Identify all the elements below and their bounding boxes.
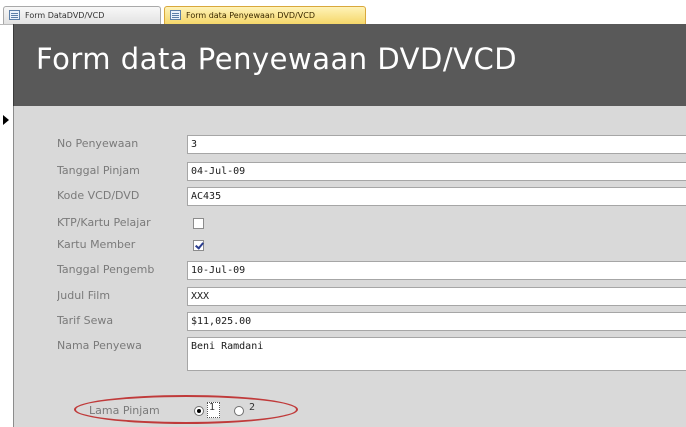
no-penyewaan-value: 3 [191, 139, 198, 150]
row-no-penyewaan: No Penyewaan 3 [14, 135, 686, 155]
form-icon [9, 10, 20, 20]
tanggal-pinjam-label: Tanggal Pinjam [57, 164, 140, 177]
tarif-sewa-value: $11,025.00 [191, 316, 252, 327]
lama-pinjam-label: Lama Pinjam [89, 404, 160, 417]
lama-pinjam-option-1-label: 1 [209, 402, 216, 413]
kode-vcd-dvd-label: Kode VCD/DVD [57, 189, 140, 202]
form-detail: No Penyewaan 3 Tanggal Pinjam 04-Jul-09 … [14, 106, 686, 427]
form-header: Form data Penyewaan DVD/VCD [13, 24, 686, 106]
nama-penyewa-label: Nama Penyewa [57, 339, 142, 352]
form-icon [170, 10, 181, 20]
tab-form-datadvd-vcd[interactable]: Form DataDVD/VCD [3, 6, 161, 24]
row-tarif-sewa: Tarif Sewa $11,025.00 [14, 312, 686, 332]
tab-form-data-penyewaan[interactable]: Form data Penyewaan DVD/VCD [164, 6, 366, 24]
kartu-member-checkbox[interactable] [193, 240, 204, 251]
kode-vcd-dvd-combobox[interactable]: AC435 [187, 187, 686, 206]
document-tab-bar: Form DataDVD/VCD Form data Penyewaan DVD… [0, 0, 686, 25]
tarif-sewa-field[interactable]: $11,025.00 [187, 312, 686, 331]
record-selector[interactable] [0, 106, 14, 427]
row-tanggal-pengembalian: Tanggal Pengemb 10-Jul-09 [14, 261, 686, 281]
tab-label: Form DataDVD/VCD [25, 11, 105, 20]
judul-film-field[interactable]: XXX [187, 287, 686, 306]
kartu-member-label: Kartu Member [57, 238, 136, 251]
judul-film-label: Judul Film [57, 289, 111, 302]
no-penyewaan-combobox[interactable]: 3 [187, 135, 686, 154]
tanggal-pinjam-field[interactable]: 04-Jul-09 [187, 162, 686, 181]
lama-pinjam-radio-2[interactable] [234, 406, 244, 416]
row-kode-vcd-dvd: Kode VCD/DVD AC435 [14, 187, 686, 207]
nama-penyewa-field[interactable]: Beni Ramdani [187, 337, 686, 371]
lama-pinjam-option-group: Lama Pinjam 1 2 [14, 392, 686, 427]
tarif-sewa-label: Tarif Sewa [57, 314, 114, 327]
nama-penyewa-value: Beni Ramdani [191, 341, 264, 352]
tanggal-pengembalian-field[interactable]: 10-Jul-09 [187, 261, 686, 280]
ktp-kartu-pelajar-checkbox[interactable] [193, 218, 204, 229]
no-penyewaan-label: No Penyewaan [57, 137, 139, 150]
ktp-kartu-pelajar-label: KTP/Kartu Pelajar [57, 216, 151, 229]
tanggal-pinjam-value: 04-Jul-09 [191, 166, 246, 177]
lama-pinjam-option-2-label: 2 [249, 402, 256, 413]
form-title: Form data Penyewaan DVD/VCD [36, 42, 518, 76]
current-record-arrow-icon [3, 115, 9, 125]
row-judul-film: Judul Film XXX [14, 287, 686, 307]
lama-pinjam-radio-1[interactable] [194, 406, 204, 416]
tanggal-pengembalian-value: 10-Jul-09 [191, 265, 246, 276]
row-ktp-kartu-pelajar: KTP/Kartu Pelajar [14, 214, 686, 234]
judul-film-value: XXX [191, 291, 210, 302]
tab-label: Form data Penyewaan DVD/VCD [186, 11, 315, 20]
tanggal-pengembalian-label: Tanggal Pengemb [57, 263, 155, 276]
row-kartu-member: Kartu Member [14, 236, 686, 256]
kode-vcd-dvd-value: AC435 [191, 191, 222, 202]
row-nama-penyewa: Nama Penyewa Beni Ramdani [14, 337, 686, 373]
row-tanggal-pinjam: Tanggal Pinjam 04-Jul-09 [14, 162, 686, 182]
